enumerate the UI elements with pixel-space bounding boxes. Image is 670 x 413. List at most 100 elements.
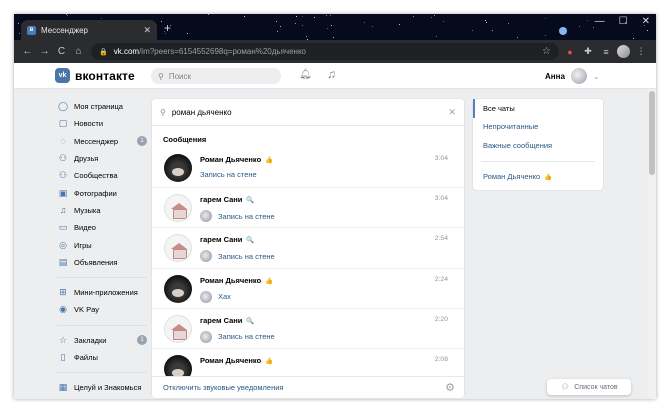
star-decoration bbox=[295, 23, 296, 24]
message-search-bar[interactable]: ⚲ роман дьяченко ✕ bbox=[152, 99, 464, 126]
conversation-row[interactable]: гарем Сани 🔍 2:20 Запись на стене bbox=[152, 309, 464, 349]
scrollbar[interactable] bbox=[648, 89, 656, 399]
menu-dots-icon[interactable]: ⋮ bbox=[634, 46, 648, 57]
disable-sounds-link[interactable]: Отключить звуковые уведомления bbox=[163, 383, 283, 392]
chevron-down-icon: ⌄ bbox=[592, 71, 600, 81]
sidebar-item-groups[interactable]: ⚇ Сообщества bbox=[57, 167, 147, 184]
puzzle-icon[interactable]: ✚ bbox=[581, 46, 595, 57]
star-decoration bbox=[326, 15, 327, 16]
filter-item[interactable]: Важные сообщения bbox=[473, 136, 603, 155]
clear-search-icon[interactable]: ✕ bbox=[448, 107, 456, 118]
sidebar-item-app2[interactable]: ⊙Лачики bbox=[57, 396, 147, 399]
sidebar-item-files[interactable]: ▯ Файлы bbox=[57, 349, 147, 366]
sidebar-item-label: Новости bbox=[74, 119, 104, 129]
search-icon: ⚲ bbox=[160, 107, 166, 117]
close-window-button[interactable]: ✕ bbox=[642, 16, 650, 27]
bell-icon[interactable]: 🔔︎ bbox=[299, 69, 312, 80]
conversation-row[interactable]: гарем Сани 🔍 2:54 Запись на стене bbox=[152, 228, 464, 269]
address-bar[interactable]: 🔒 vk.com /im?peers=6154552698q=роман%20д… bbox=[91, 43, 559, 60]
tab-close-icon[interactable]: ✕ bbox=[143, 25, 151, 36]
friends-icon: ⚇ bbox=[58, 153, 68, 164]
scrollbar-thumb[interactable] bbox=[649, 91, 655, 175]
sidebar-item-apps[interactable]: ⊞ Мини-приложения bbox=[57, 284, 147, 301]
star-decoration bbox=[436, 36, 437, 37]
bookmark-star-icon[interactable]: ☆ bbox=[542, 46, 551, 57]
user-menu[interactable]: Анна ⌄ bbox=[545, 68, 600, 84]
sidebar-item-user[interactable]: ◯ Моя страница bbox=[57, 98, 147, 115]
header-search-input[interactable]: ⚲ Поиск bbox=[151, 68, 281, 84]
profile-avatar[interactable] bbox=[617, 45, 630, 58]
chat-name: гарем Сани 🔍 bbox=[200, 235, 255, 244]
sidebar-item-news[interactable]: ▢ Новости bbox=[57, 115, 147, 132]
sidebar-item-label: Закладки bbox=[74, 335, 107, 345]
conversation-row[interactable]: гарем Сани 🔍 3:04 Запись на стене bbox=[152, 188, 464, 229]
sidebar-item-video[interactable]: ▭ Видео bbox=[57, 219, 147, 236]
chat-avatar bbox=[164, 154, 192, 182]
minimize-button[interactable]: — bbox=[595, 16, 605, 27]
left-navigation: ◯ Моя страница ▢ Новости ◌ Мессенджер 1 ⚇ Друзья… bbox=[57, 98, 147, 399]
maximize-button[interactable]: ☐ bbox=[619, 16, 628, 27]
home-icon[interactable]: ⌂ bbox=[70, 46, 87, 57]
pinned-chat-name: Роман Дьяченко bbox=[483, 172, 541, 182]
star-decoration bbox=[545, 35, 546, 36]
chat-avatar bbox=[164, 314, 192, 343]
sidebar-item-games[interactable]: ◎ Игры bbox=[57, 236, 147, 253]
forward-icon[interactable]: → bbox=[36, 46, 53, 57]
star-decoration bbox=[327, 28, 328, 29]
user-avatar bbox=[570, 68, 587, 84]
sidebar-item-photo[interactable]: ▣ Фотографии bbox=[57, 184, 147, 201]
tab-messenger[interactable]: в Мессенджер ✕ bbox=[21, 20, 157, 40]
sidebar-item-music[interactable]: ♫ Музыка bbox=[57, 202, 147, 219]
apps-icon: ⊞ bbox=[59, 287, 67, 298]
star-decoration bbox=[443, 21, 444, 22]
new-tab-button[interactable]: + bbox=[164, 21, 171, 35]
sidebar-item-label: VK Pay bbox=[74, 305, 100, 315]
filter-divider bbox=[481, 160, 595, 162]
sidebar-item-label: Игры bbox=[74, 240, 92, 250]
nav-divider bbox=[57, 276, 147, 278]
ads-icon: ▤ bbox=[58, 256, 68, 267]
sidebar-item-friends[interactable]: ⚇ Друзья bbox=[57, 150, 147, 167]
sidebar-item-bookmark[interactable]: ☆ Закладки 1 bbox=[57, 332, 147, 349]
groups-icon: ⚇ bbox=[58, 170, 68, 181]
games-icon: ◎ bbox=[59, 239, 67, 250]
profile-indicator-icon bbox=[559, 27, 567, 35]
gear-icon[interactable]: ⚙ bbox=[445, 381, 455, 394]
messages-search-panel: ⚲ роман дьяченко ✕ Сообщения Роман Дьяче… bbox=[151, 98, 465, 399]
message-snippet-text: Запись на стене bbox=[218, 251, 275, 261]
conversation-row[interactable]: Роман Дьяченко 👍 2:24 Хах bbox=[152, 269, 464, 309]
chat-status-icon: 👍 bbox=[265, 157, 274, 164]
extension-icon[interactable]: ● bbox=[563, 47, 577, 57]
lock-icon[interactable]: 🔒 bbox=[99, 48, 108, 56]
sidebar-item-chat[interactable]: ◌ Мессенджер 1 bbox=[57, 133, 147, 150]
chat-avatar bbox=[164, 234, 192, 263]
filter-item[interactable]: Непрочитанные bbox=[473, 118, 603, 137]
sidebar-item-vkpay[interactable]: ◉ VK Pay bbox=[57, 301, 147, 318]
chat-avatar bbox=[164, 274, 192, 303]
sidebar-item-ads[interactable]: ▤ Объявления bbox=[57, 254, 147, 271]
pinned-chat-filter[interactable]: Роман Дьяченко 👍 bbox=[473, 168, 603, 187]
photo-icon: ▣ bbox=[58, 187, 68, 198]
user-name: Анна bbox=[545, 71, 565, 81]
chat-name: Роман Дьяченко 👍 bbox=[200, 356, 273, 365]
chat-list-button[interactable]: 💬︎ Список чатов bbox=[547, 379, 631, 395]
chat-name: гарем Сани 🔍 bbox=[200, 316, 255, 325]
conversation-row[interactable]: Роман Дьяченко 👍 3:04 Запись на стене bbox=[152, 148, 464, 189]
url-path: /im?peers=6154552698q=роман%20дьяченко bbox=[139, 47, 306, 56]
browser-toolbar: ← → C ⌂ 🔒 vk.com /im?peers=6154552698q=р… bbox=[14, 40, 656, 63]
music-note-icon[interactable]: ♫ bbox=[327, 67, 336, 81]
sidebar-item-app[interactable]: ▦ Целуй и Знакомься bbox=[57, 379, 147, 396]
vk-favicon-icon: в bbox=[27, 25, 36, 35]
window-controls: — ☐ ✕ bbox=[595, 16, 650, 27]
bookmark-icon: ☆ bbox=[58, 334, 68, 345]
vk-logo[interactable]: vk вконтакте bbox=[55, 68, 135, 83]
reading-list-icon[interactable]: ≡ bbox=[599, 47, 613, 57]
chat-filters-panel: Все чаты Непрочитанные Важные сообщения Ром… bbox=[472, 98, 604, 191]
chat-icon: ◌ bbox=[60, 136, 66, 147]
star-decoration bbox=[331, 25, 332, 26]
filter-item[interactable]: Все чаты bbox=[473, 99, 603, 118]
message-time: 2:54 bbox=[434, 235, 448, 243]
back-icon[interactable]: ← bbox=[19, 46, 36, 57]
vk-logo-icon: vk bbox=[55, 68, 70, 83]
reload-icon[interactable]: C bbox=[53, 46, 70, 57]
